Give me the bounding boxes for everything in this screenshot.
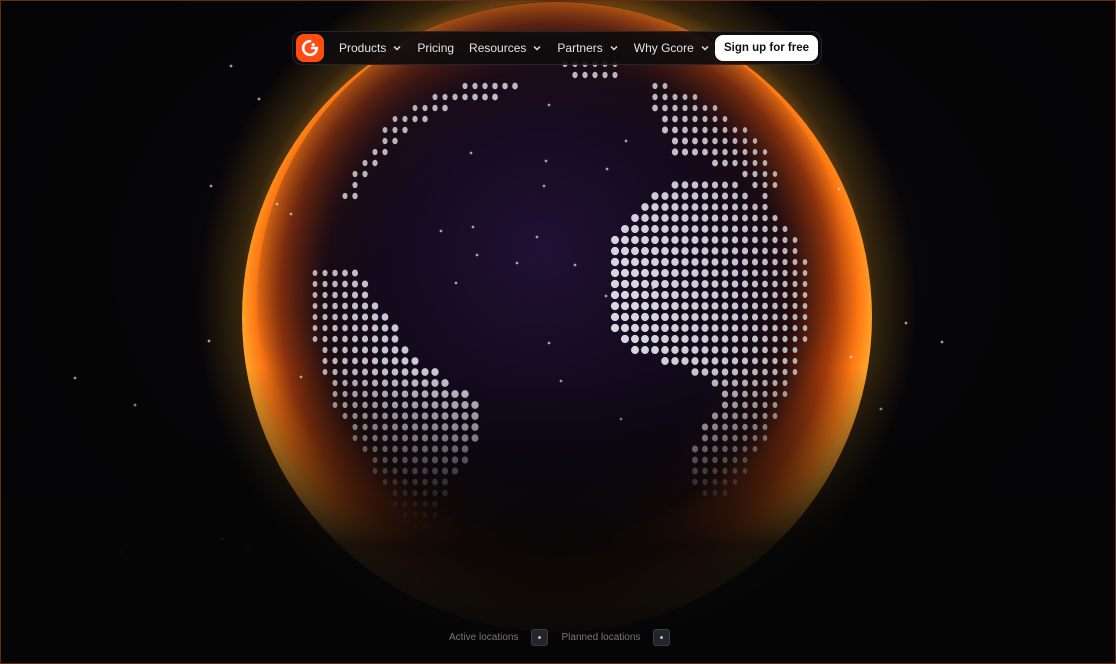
active-marker-icon <box>538 636 542 639</box>
planned-locations-toggle[interactable] <box>653 629 671 646</box>
chevron-down-icon <box>533 46 541 51</box>
nav-pricing-label: Pricing <box>417 41 455 55</box>
map-legend: Active locations Planned locations <box>449 629 671 646</box>
chevron-down-icon <box>393 46 401 51</box>
page-frame: Products Pricing Resources Partners Why … <box>0 0 1116 664</box>
nav-why-gcore-label: Why Gcore <box>633 41 694 55</box>
nav-why-gcore[interactable]: Why Gcore <box>634 41 710 55</box>
globe-scene <box>1 1 1115 663</box>
gcore-logo-icon[interactable] <box>296 34 324 62</box>
nav-partners[interactable]: Partners <box>557 41 618 55</box>
nav-products-label: Products <box>339 41 387 55</box>
nav-pricing[interactable]: Pricing <box>417 41 454 55</box>
planned-marker-icon <box>660 636 664 639</box>
nav-resources[interactable]: Resources <box>469 41 542 55</box>
nav-products[interactable]: Products <box>339 41 402 55</box>
sign-up-button[interactable]: Sign up for free <box>715 35 818 61</box>
legend-planned-label: Planned locations <box>561 632 641 643</box>
nav-resources-label: Resources <box>469 41 527 55</box>
legend-active-label: Active locations <box>449 632 519 643</box>
nav-partners-label: Partners <box>557 41 603 55</box>
active-locations-toggle[interactable] <box>531 629 549 646</box>
chevron-down-icon <box>701 46 709 51</box>
chevron-down-icon <box>610 46 618 51</box>
top-navigation: Products Pricing Resources Partners Why … <box>292 31 822 65</box>
